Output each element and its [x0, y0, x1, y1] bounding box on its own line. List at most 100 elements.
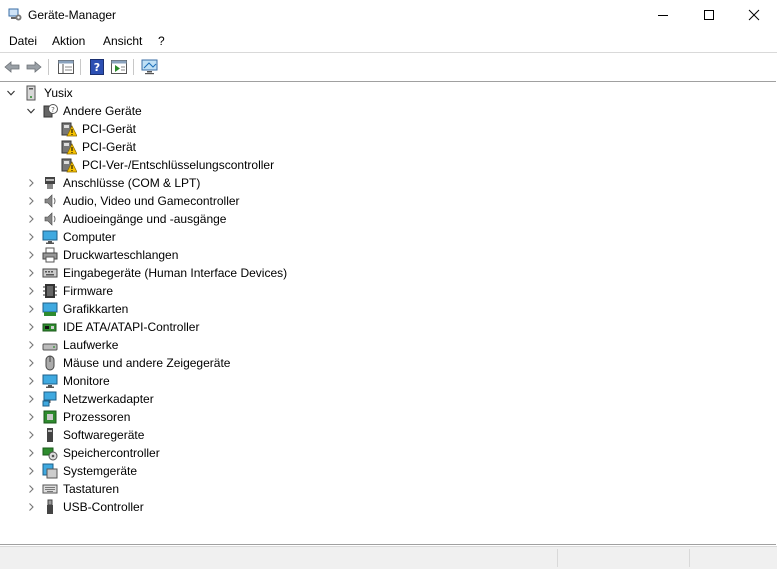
- tree-group-item[interactable]: USB-Controller: [0, 498, 770, 516]
- software-device-icon: [42, 427, 58, 443]
- collapse-right-chevron-icon[interactable]: [26, 250, 36, 260]
- tree-item-label: Systemgeräte: [63, 464, 138, 478]
- tree-device-item[interactable]: PCI-Gerät: [0, 120, 770, 138]
- warning-device-icon: [61, 139, 78, 155]
- tree-group-item[interactable]: Druckwarteschlangen: [0, 246, 770, 264]
- tree-group-item[interactable]: Netzwerkadapter: [0, 390, 770, 408]
- collapse-right-chevron-icon[interactable]: [26, 232, 36, 242]
- chip-icon: [42, 283, 58, 299]
- tree-group-item[interactable]: Firmware: [0, 282, 770, 300]
- ide-controller-icon: [42, 319, 58, 335]
- tree-group-item[interactable]: Computer: [0, 228, 770, 246]
- tree-item-label: Audioeingänge und -ausgänge: [63, 212, 227, 226]
- tree-group-item[interactable]: Laufwerke: [0, 336, 770, 354]
- mouse-icon: [42, 355, 58, 371]
- tree-item-label: PCI-Gerät: [82, 122, 137, 136]
- keyboard-hid-icon: [42, 265, 58, 281]
- tree-group-item[interactable]: Grafikkarten: [0, 300, 770, 318]
- menu-ansicht[interactable]: Ansicht: [103, 34, 142, 48]
- collapse-right-chevron-icon[interactable]: [26, 502, 36, 512]
- tree-item-label: Andere Geräte: [63, 104, 142, 118]
- tree-item-label: PCI-Ver-/Entschlüsselungscontroller: [82, 158, 275, 172]
- tree-group-item[interactable]: Tastaturen: [0, 480, 770, 498]
- expand-down-chevron-icon[interactable]: [26, 106, 36, 116]
- tree-item-label: Laufwerke: [63, 338, 119, 352]
- port-icon: [42, 175, 58, 191]
- collapse-right-chevron-icon[interactable]: [26, 484, 36, 494]
- collapse-right-chevron-icon[interactable]: [26, 214, 36, 224]
- tree-group-item[interactable]: Anschlüsse (COM & LPT): [0, 174, 770, 192]
- svg-text:?: ?: [51, 106, 55, 114]
- collapse-right-chevron-icon[interactable]: [26, 412, 36, 422]
- toolbar-separator: [80, 59, 81, 75]
- warning-device-icon: [61, 157, 78, 173]
- maximize-button[interactable]: [686, 0, 732, 30]
- collapse-right-chevron-icon[interactable]: [26, 430, 36, 440]
- tree-group-item[interactable]: Speichercontroller: [0, 444, 770, 462]
- collapse-right-chevron-icon[interactable]: [26, 466, 36, 476]
- tree-group-item[interactable]: Audio, Video und Gamecontroller: [0, 192, 770, 210]
- menu-datei[interactable]: Datei: [9, 34, 37, 48]
- collapse-right-chevron-icon[interactable]: [26, 340, 36, 350]
- collapse-right-chevron-icon[interactable]: [26, 178, 36, 188]
- tree-item-label: Grafikkarten: [63, 302, 129, 316]
- tree-item-label: Tastaturen: [63, 482, 120, 496]
- collapse-right-chevron-icon[interactable]: [26, 448, 36, 458]
- toolbar-separator: [48, 59, 49, 75]
- tree-device-item[interactable]: PCI-Gerät: [0, 138, 770, 156]
- unknown-device-icon: ?: [42, 103, 58, 119]
- properties-view-icon[interactable]: [57, 58, 75, 76]
- collapse-right-chevron-icon[interactable]: [26, 322, 36, 332]
- expand-down-chevron-icon[interactable]: [6, 88, 16, 98]
- speaker-icon: [42, 193, 58, 209]
- status-bar: [0, 546, 777, 569]
- tree-root-item[interactable]: Yusix: [0, 84, 770, 102]
- collapse-right-chevron-icon[interactable]: [26, 376, 36, 386]
- monitor-icon: [42, 229, 58, 245]
- tree-group-item[interactable]: ? Andere Geräte: [0, 102, 770, 120]
- collapse-right-chevron-icon[interactable]: [26, 394, 36, 404]
- tree-group-item[interactable]: Systemgeräte: [0, 462, 770, 480]
- menu-help[interactable]: ?: [158, 34, 165, 48]
- tree-group-item[interactable]: Mäuse und andere Zeigegeräte: [0, 354, 770, 372]
- device-tree-panel[interactable]: Yusix? Andere Geräte PCI-Gerät PCI-Gerät PCI…: [0, 81, 776, 545]
- collapse-right-chevron-icon[interactable]: [26, 196, 36, 206]
- back-arrow-icon[interactable]: [3, 58, 21, 76]
- tree-item-label: Audio, Video und Gamecontroller: [63, 194, 240, 208]
- action-view-icon[interactable]: [110, 58, 128, 76]
- usb-icon: [42, 499, 58, 515]
- storage-controller-icon: [42, 445, 58, 461]
- title-bar: Geräte-Manager: [0, 0, 777, 30]
- toolbar: ?: [0, 52, 777, 81]
- tree-item-label: Monitore: [63, 374, 110, 388]
- tree-item-label: PCI-Gerät: [82, 140, 137, 154]
- forward-arrow-icon[interactable]: [25, 58, 43, 76]
- collapse-right-chevron-icon[interactable]: [26, 286, 36, 296]
- monitor-scan-icon[interactable]: [141, 58, 159, 76]
- tree-group-item[interactable]: Softwaregeräte: [0, 426, 770, 444]
- keyboard-icon: [42, 481, 58, 497]
- tree-device-item[interactable]: PCI-Ver-/Entschlüsselungscontroller: [0, 156, 770, 174]
- tree-item-label: Eingabegeräte (Human Interface Devices): [63, 266, 288, 280]
- tree-group-item[interactable]: IDE ATA/ATAPI-Controller: [0, 318, 770, 336]
- collapse-right-chevron-icon[interactable]: [26, 358, 36, 368]
- collapse-right-chevron-icon[interactable]: [26, 268, 36, 278]
- tree-group-item[interactable]: Eingabegeräte (Human Interface Devices): [0, 264, 770, 282]
- status-separator: [689, 549, 690, 567]
- tree-item-label: Prozessoren: [63, 410, 131, 424]
- close-button[interactable]: [731, 0, 777, 30]
- collapse-right-chevron-icon[interactable]: [26, 304, 36, 314]
- tree-group-item[interactable]: Audioeingänge und -ausgänge: [0, 210, 770, 228]
- tree-item-label: Computer: [63, 230, 116, 244]
- warning-device-icon: [61, 121, 78, 137]
- menu-aktion[interactable]: Aktion: [52, 34, 85, 48]
- tree-item-label: Softwaregeräte: [63, 428, 145, 442]
- help-icon[interactable]: ?: [88, 58, 106, 76]
- tree-item-label: Anschlüsse (COM & LPT): [63, 176, 201, 190]
- tree-group-item[interactable]: Prozessoren: [0, 408, 770, 426]
- minimize-button[interactable]: [640, 0, 686, 30]
- tree-item-label: Speichercontroller: [63, 446, 160, 460]
- processor-icon: [42, 409, 58, 425]
- toolbar-separator: [133, 59, 134, 75]
- tree-group-item[interactable]: Monitore: [0, 372, 770, 390]
